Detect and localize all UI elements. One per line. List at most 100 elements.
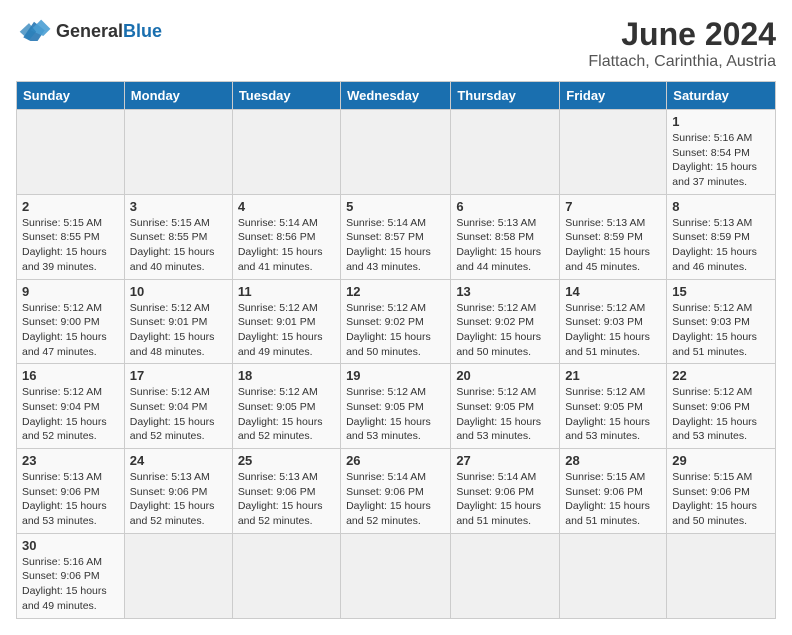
- day-info: Sunrise: 5:13 AM Sunset: 8:58 PM Dayligh…: [456, 216, 554, 275]
- calendar-cell: 15Sunrise: 5:12 AM Sunset: 9:03 PM Dayli…: [667, 279, 776, 364]
- day-info: Sunrise: 5:13 AM Sunset: 9:06 PM Dayligh…: [22, 470, 119, 529]
- day-info: Sunrise: 5:12 AM Sunset: 9:00 PM Dayligh…: [22, 301, 119, 360]
- calendar-cell: 5Sunrise: 5:14 AM Sunset: 8:57 PM Daylig…: [341, 194, 451, 279]
- calendar-header-row: Sunday Monday Tuesday Wednesday Thursday…: [17, 82, 776, 110]
- header-monday: Monday: [124, 82, 232, 110]
- day-info: Sunrise: 5:12 AM Sunset: 9:05 PM Dayligh…: [346, 385, 445, 444]
- calendar-cell: [560, 533, 667, 618]
- calendar-cell: 19 Sunrise: 5:12 AM Sunset: 9:05 PM Dayli…: [341, 364, 451, 449]
- calendar-cell: [17, 110, 125, 195]
- calendar-cell: 16Sunrise: 5:12 AM Sunset: 9:04 PM Dayli…: [17, 364, 125, 449]
- calendar-cell: 20 Sunrise: 5:12 AM Sunset: 9:05 PM Dayli…: [451, 364, 560, 449]
- calendar-cell: 11 Sunrise: 5:12 AM Sunset: 9:01 PM Dayli…: [232, 279, 340, 364]
- day-number: 28: [565, 453, 661, 468]
- calendar-title-block: June 2024 Flattach, Carinthia, Austria: [588, 16, 776, 71]
- day-number: 14: [565, 284, 661, 299]
- calendar-cell: 27 Sunrise: 5:14 AM Sunset: 9:06 PM Dayli…: [451, 449, 560, 534]
- day-number: 29: [672, 453, 770, 468]
- calendar-month-year: June 2024: [588, 16, 776, 53]
- day-info: Sunrise: 5:14 AM Sunset: 9:06 PM Dayligh…: [456, 470, 554, 529]
- day-info: Sunrise: 5:12 AM Sunset: 9:03 PM Dayligh…: [565, 301, 661, 360]
- day-info: Sunrise: 5:12 AM Sunset: 9:05 PM Dayligh…: [565, 385, 661, 444]
- calendar-row: 16Sunrise: 5:12 AM Sunset: 9:04 PM Dayli…: [17, 364, 776, 449]
- calendar-cell: 30 Sunrise: 5:16 AM Sunset: 9:06 PM Dayli…: [17, 533, 125, 618]
- calendar-cell: 17Sunrise: 5:12 AM Sunset: 9:04 PM Dayli…: [124, 364, 232, 449]
- calendar-cell: 13 Sunrise: 5:12 AM Sunset: 9:02 PM Dayli…: [451, 279, 560, 364]
- day-number: 6: [456, 199, 554, 214]
- calendar-cell: [232, 533, 340, 618]
- day-number: 30: [22, 538, 119, 553]
- calendar-row: 2Sunrise: 5:15 AM Sunset: 8:55 PM Daylig…: [17, 194, 776, 279]
- day-info: Sunrise: 5:15 AM Sunset: 9:06 PM Dayligh…: [565, 470, 661, 529]
- day-info: Sunrise: 5:16 AM Sunset: 9:06 PM Dayligh…: [22, 555, 119, 614]
- day-info: Sunrise: 5:12 AM Sunset: 9:04 PM Dayligh…: [22, 385, 119, 444]
- day-number: 17: [130, 368, 227, 383]
- header-tuesday: Tuesday: [232, 82, 340, 110]
- day-number: 27: [456, 453, 554, 468]
- calendar-row: 23Sunrise: 5:13 AM Sunset: 9:06 PM Dayli…: [17, 449, 776, 534]
- logo: GeneralBlue: [16, 16, 162, 46]
- day-number: 24: [130, 453, 227, 468]
- day-number: 19: [346, 368, 445, 383]
- calendar-cell: 8 Sunrise: 5:13 AM Sunset: 8:59 PM Daylig…: [667, 194, 776, 279]
- day-number: 1: [672, 114, 770, 129]
- calendar-cell: 7Sunrise: 5:13 AM Sunset: 8:59 PM Daylig…: [560, 194, 667, 279]
- general-blue-logo-icon: [16, 16, 52, 46]
- day-number: 3: [130, 199, 227, 214]
- day-number: 13: [456, 284, 554, 299]
- calendar-cell: 12Sunrise: 5:12 AM Sunset: 9:02 PM Dayli…: [341, 279, 451, 364]
- day-info: Sunrise: 5:14 AM Sunset: 9:06 PM Dayligh…: [346, 470, 445, 529]
- calendar-cell: [341, 110, 451, 195]
- calendar-cell: 21Sunrise: 5:12 AM Sunset: 9:05 PM Dayli…: [560, 364, 667, 449]
- calendar-cell: [232, 110, 340, 195]
- day-number: 9: [22, 284, 119, 299]
- day-number: 18: [238, 368, 335, 383]
- day-number: 10: [130, 284, 227, 299]
- calendar-cell: [124, 110, 232, 195]
- day-info: Sunrise: 5:12 AM Sunset: 9:05 PM Dayligh…: [456, 385, 554, 444]
- day-info: Sunrise: 5:15 AM Sunset: 8:55 PM Dayligh…: [130, 216, 227, 275]
- day-info: Sunrise: 5:12 AM Sunset: 9:01 PM Dayligh…: [238, 301, 335, 360]
- day-info: Sunrise: 5:15 AM Sunset: 9:06 PM Dayligh…: [672, 470, 770, 529]
- header-friday: Friday: [560, 82, 667, 110]
- calendar-cell: [341, 533, 451, 618]
- calendar-cell: 26Sunrise: 5:14 AM Sunset: 9:06 PM Dayli…: [341, 449, 451, 534]
- header-sunday: Sunday: [17, 82, 125, 110]
- day-number: 20: [456, 368, 554, 383]
- calendar-cell: 29 Sunrise: 5:15 AM Sunset: 9:06 PM Dayli…: [667, 449, 776, 534]
- calendar-cell: 23Sunrise: 5:13 AM Sunset: 9:06 PM Dayli…: [17, 449, 125, 534]
- calendar-cell: 6 Sunrise: 5:13 AM Sunset: 8:58 PM Daylig…: [451, 194, 560, 279]
- calendar-cell: 3 Sunrise: 5:15 AM Sunset: 8:55 PM Daylig…: [124, 194, 232, 279]
- calendar-cell: 9 Sunrise: 5:12 AM Sunset: 9:00 PM Daylig…: [17, 279, 125, 364]
- page-header: GeneralBlue June 2024 Flattach, Carinthi…: [16, 16, 776, 71]
- calendar-cell: 24 Sunrise: 5:13 AM Sunset: 9:06 PM Dayli…: [124, 449, 232, 534]
- day-info: Sunrise: 5:13 AM Sunset: 9:06 PM Dayligh…: [130, 470, 227, 529]
- calendar-cell: [124, 533, 232, 618]
- day-number: 25: [238, 453, 335, 468]
- day-number: 22: [672, 368, 770, 383]
- calendar-cell: 10 Sunrise: 5:12 AM Sunset: 9:01 PM Dayli…: [124, 279, 232, 364]
- calendar-table: Sunday Monday Tuesday Wednesday Thursday…: [16, 81, 776, 619]
- calendar-cell: [667, 533, 776, 618]
- day-info: Sunrise: 5:16 AM Sunset: 8:54 PM Dayligh…: [672, 131, 770, 190]
- calendar-cell: 4 Sunrise: 5:14 AM Sunset: 8:56 PM Daylig…: [232, 194, 340, 279]
- day-info: Sunrise: 5:15 AM Sunset: 8:55 PM Dayligh…: [22, 216, 119, 275]
- day-info: Sunrise: 5:12 AM Sunset: 9:02 PM Dayligh…: [456, 301, 554, 360]
- day-info: Sunrise: 5:12 AM Sunset: 9:02 PM Dayligh…: [346, 301, 445, 360]
- day-info: Sunrise: 5:12 AM Sunset: 9:01 PM Dayligh…: [130, 301, 227, 360]
- day-info: Sunrise: 5:13 AM Sunset: 8:59 PM Dayligh…: [672, 216, 770, 275]
- calendar-row: 9 Sunrise: 5:12 AM Sunset: 9:00 PM Daylig…: [17, 279, 776, 364]
- calendar-cell: [451, 110, 560, 195]
- day-number: 4: [238, 199, 335, 214]
- calendar-cell: 28 Sunrise: 5:15 AM Sunset: 9:06 PM Dayli…: [560, 449, 667, 534]
- calendar-cell: 1 Sunrise: 5:16 AM Sunset: 8:54 PM Daylig…: [667, 110, 776, 195]
- calendar-row: 1 Sunrise: 5:16 AM Sunset: 8:54 PM Daylig…: [17, 110, 776, 195]
- day-info: Sunrise: 5:12 AM Sunset: 9:03 PM Dayligh…: [672, 301, 770, 360]
- header-wednesday: Wednesday: [341, 82, 451, 110]
- day-number: 5: [346, 199, 445, 214]
- calendar-cell: 2Sunrise: 5:15 AM Sunset: 8:55 PM Daylig…: [17, 194, 125, 279]
- day-info: Sunrise: 5:14 AM Sunset: 8:56 PM Dayligh…: [238, 216, 335, 275]
- header-thursday: Thursday: [451, 82, 560, 110]
- day-number: 8: [672, 199, 770, 214]
- day-number: 11: [238, 284, 335, 299]
